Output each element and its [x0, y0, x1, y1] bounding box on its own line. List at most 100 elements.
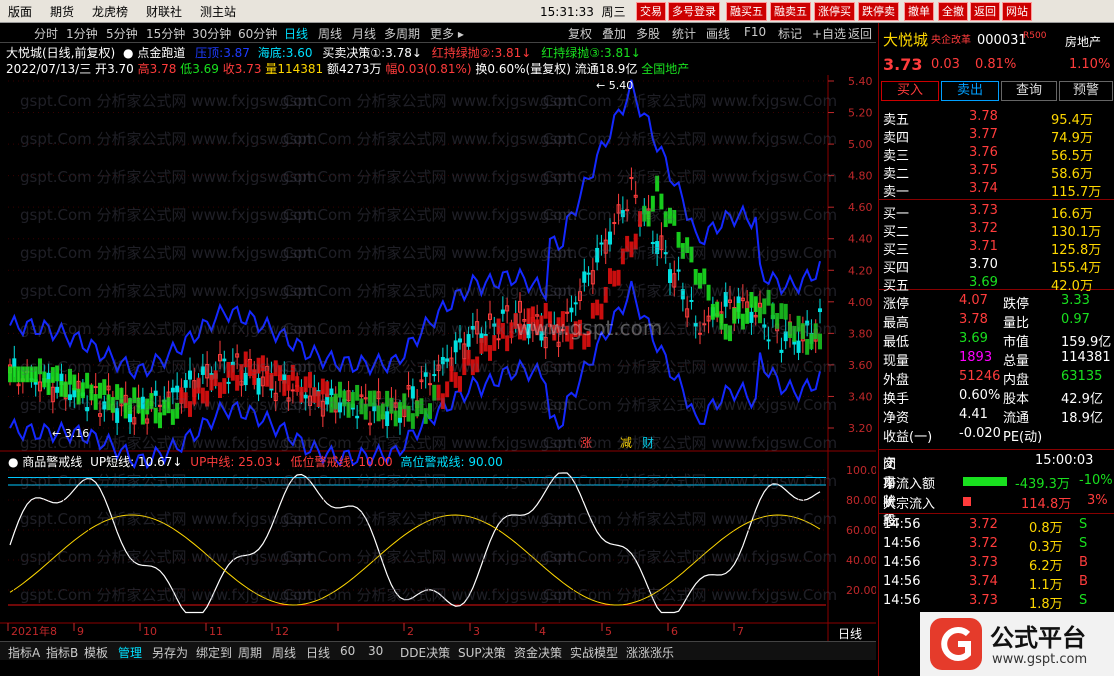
- price-tick: 5.20: [848, 107, 873, 120]
- buy-button[interactable]: 买入: [881, 81, 939, 101]
- tab-timeshare[interactable]: 分时: [34, 25, 58, 42]
- watermark-text: gspt.Com 分析家公式网 www.fxjgsw.Com: [540, 168, 838, 186]
- limit-down-sell-button[interactable]: 跌停卖: [858, 2, 899, 21]
- return-button[interactable]: 返回: [848, 25, 872, 42]
- tab-15min[interactable]: 15分钟: [146, 25, 185, 42]
- net-inflow-label: 净流入额: [883, 477, 936, 492]
- bar-close: 收3.73: [222, 62, 262, 76]
- watermark-text: gspt.Com 分析家公式网 www.fxjgsw.Com: [540, 92, 838, 110]
- margin-sell-button[interactable]: 融卖五: [770, 2, 811, 21]
- sell-button[interactable]: 卖出: [941, 81, 999, 101]
- book-row: 换手 0.60% 股本 42.9亿: [879, 388, 1114, 407]
- back-button[interactable]: 返回: [970, 2, 1000, 21]
- trade-button[interactable]: 交易: [636, 2, 666, 21]
- watermark-text: gspt.Com 分析家公式网 www.fxjgsw.Com: [540, 358, 838, 376]
- tab-daily-bottom[interactable]: 日线: [306, 644, 330, 661]
- tab-period[interactable]: 周期: [238, 644, 262, 661]
- multi-stock-button[interactable]: 多股: [636, 25, 660, 42]
- stat-label-2: 量比: [1003, 316, 1030, 331]
- stat-label-2: 总量: [1003, 354, 1030, 369]
- tab-more[interactable]: 更多 ▸: [430, 25, 464, 42]
- restore-rights-button[interactable]: 复权: [568, 25, 592, 42]
- watermark-text: gspt.Com 分析家公式网 www.fxjgsw.Com: [20, 320, 318, 338]
- tab-dde[interactable]: DDE决策: [400, 644, 450, 661]
- tab-zhangle[interactable]: 涨涨涨乐: [626, 644, 674, 661]
- tab-multi-period[interactable]: 多周期: [384, 25, 420, 42]
- mark-button[interactable]: 标记: [778, 25, 802, 42]
- multi-login-button[interactable]: 多号登录: [668, 2, 720, 21]
- tab-60[interactable]: 60: [340, 644, 355, 658]
- sector-name: 房地产: [1065, 35, 1102, 49]
- candle-body: [290, 389, 295, 392]
- stat-value: 1893: [959, 350, 993, 365]
- menu-item-cls[interactable]: 财联社: [146, 3, 182, 20]
- limit-up-buy-button[interactable]: 涨停买: [814, 2, 855, 21]
- stats-button[interactable]: 统计: [672, 25, 696, 42]
- indicator-hold3: 红持绿抛③:3.81↓: [541, 46, 641, 60]
- price-tick: 4.40: [848, 233, 873, 246]
- tab-template[interactable]: 模板: [84, 644, 108, 661]
- bar-amount: 额4273万: [326, 62, 382, 76]
- indicator-top: 压顶:3.87: [195, 46, 250, 60]
- draw-line-button[interactable]: 画线: [706, 25, 730, 42]
- website-button[interactable]: 网站: [1002, 2, 1032, 21]
- tab-sup[interactable]: SUP决策: [458, 644, 506, 661]
- tab-fund-decision[interactable]: 资金决策: [514, 644, 562, 661]
- stat-label: 收益(一): [883, 430, 933, 445]
- overlay-button[interactable]: 叠加: [602, 25, 626, 42]
- ticks-divider: [879, 513, 1114, 514]
- menu-item-layout[interactable]: 版面: [8, 3, 32, 20]
- tab-daily[interactable]: 日线: [284, 25, 308, 42]
- watermark-text: gspt.Com 分析家公式网 www.fxjgsw.Com: [20, 396, 318, 414]
- watermark-text: gspt.Com 分析家公式网 www.fxjgsw.Com: [280, 396, 578, 414]
- menu-item-dragon-tiger[interactable]: 龙虎榜: [92, 3, 128, 20]
- tab-save-as[interactable]: 另存为: [152, 644, 188, 661]
- query-button[interactable]: 查询: [1001, 81, 1057, 101]
- stat-label-2: 跌停: [1003, 297, 1030, 312]
- price-tick: 5.00: [848, 138, 873, 151]
- watermark-text: gspt.Com 分析家公式网 www.fxjgsw.Com: [20, 92, 318, 110]
- tab-30min[interactable]: 30分钟: [192, 25, 231, 42]
- tab-indicator-b[interactable]: 指标B: [46, 644, 78, 661]
- bid-volume: 155.4万: [1051, 261, 1102, 276]
- cancel-all-button[interactable]: 全撤: [938, 2, 968, 21]
- add-watchlist-button[interactable]: +自选: [812, 25, 846, 42]
- watermark-text: gspt.Com 分析家公式网 www.fxjgsw.Com: [280, 244, 578, 262]
- tab-weekly[interactable]: 周线: [318, 25, 342, 42]
- tick-volume: 1.8万: [1029, 597, 1063, 612]
- tab-weekly-bottom[interactable]: 周线: [272, 644, 296, 661]
- stat-label: 现量: [883, 354, 910, 369]
- tab-indicator-a[interactable]: 指标A: [8, 644, 40, 661]
- r-label: R500: [1023, 31, 1047, 41]
- ribbon-segment: [595, 299, 600, 316]
- chart-title: 大悦城(日线,前复权): [6, 46, 116, 60]
- bar-sector: 全国地产: [641, 62, 690, 76]
- menu-item-futures[interactable]: 期货: [50, 3, 74, 20]
- tab-60min[interactable]: 60分钟: [238, 25, 277, 42]
- stat-value-2: 42.9亿: [1061, 392, 1103, 407]
- price-pct: 0.81%: [975, 57, 1017, 72]
- up-short-value: UP短线: 10.67↓: [90, 455, 183, 469]
- f10-button[interactable]: F10: [744, 25, 766, 39]
- month-tick: 10: [143, 625, 157, 638]
- watermark-text: gspt.Com 分析家公式网 www.fxjgsw.Com: [280, 130, 578, 148]
- tab-monthly[interactable]: 月线: [352, 25, 376, 42]
- tab-manage[interactable]: 管理: [118, 644, 142, 661]
- tick-price: 3.73: [969, 555, 998, 570]
- tab-combat-model[interactable]: 实战模型: [570, 644, 618, 661]
- margin-buy-button[interactable]: 融买五: [726, 2, 767, 21]
- tab-1min[interactable]: 1分钟: [66, 25, 98, 42]
- indicator-name: ● 点金跑道: [123, 46, 186, 60]
- watermark-text: gspt.Com 分析家公式网 www.fxjgsw.Com: [20, 548, 318, 566]
- ribbon-segment: [770, 303, 775, 320]
- alert-button[interactable]: 预警: [1059, 81, 1113, 101]
- menu-item-test-server[interactable]: 测主站: [200, 3, 236, 20]
- tab-5min[interactable]: 5分钟: [106, 25, 138, 42]
- net-inflow-pct: -10%: [1079, 473, 1113, 488]
- ask-volume: 58.6万: [1051, 167, 1093, 182]
- tab-30[interactable]: 30: [368, 644, 383, 658]
- cancel-order-button[interactable]: 撤单: [904, 2, 934, 21]
- candle-body: [175, 385, 180, 393]
- month-tick: 5: [605, 625, 612, 638]
- tab-bind-to[interactable]: 绑定到: [196, 644, 232, 661]
